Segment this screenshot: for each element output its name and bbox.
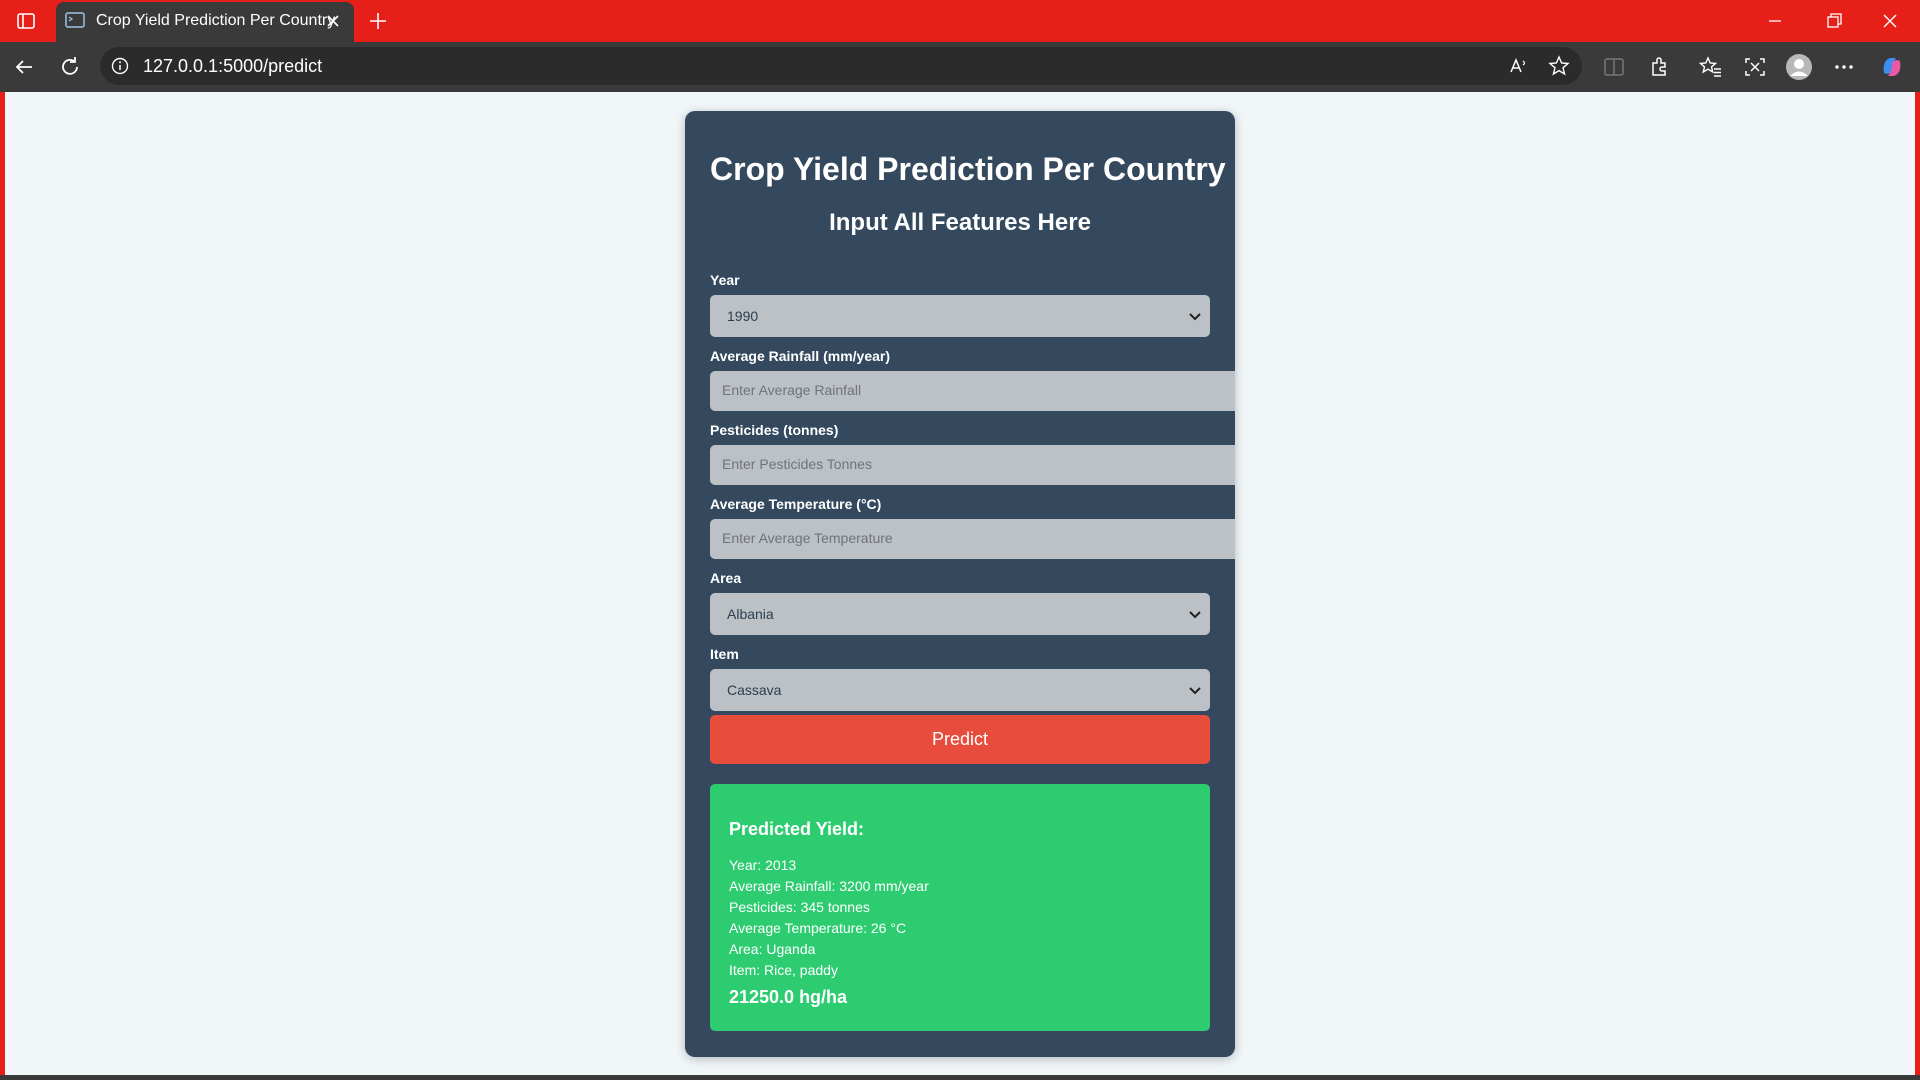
year-selected-value: 1990 [727, 308, 759, 324]
area-select[interactable]: Albania [710, 593, 1210, 635]
back-icon[interactable] [10, 53, 38, 81]
item-selected-value: Cassava [727, 682, 782, 698]
restore-icon[interactable] [1813, 6, 1853, 36]
result-item: Item: Rice, paddy [729, 962, 838, 978]
predicted-yield-value: 21250.0 hg/ha [729, 987, 848, 1007]
result-pesticides: Pesticides: 345 tonnes [729, 899, 870, 915]
url-text: 127.0.0.1:5000/predict [143, 56, 323, 76]
rainfall-placeholder: Enter Average Rainfall [722, 382, 862, 398]
window-bottom-border [0, 1075, 1920, 1080]
sidebar-toggle-icon[interactable] [14, 9, 38, 33]
predict-button[interactable]: Predict [710, 715, 1210, 764]
area-selected-value: Albania [727, 606, 774, 622]
browser-tab[interactable]: Crop Yield Prediction Per Country [56, 2, 354, 42]
chevron-down-icon [1188, 684, 1202, 696]
pesticides-placeholder: Enter Pesticides Tonnes [722, 456, 872, 472]
result-title: Predicted Yield: [729, 819, 865, 839]
extensions-icon[interactable] [1645, 53, 1673, 81]
chevron-down-icon [1188, 310, 1202, 322]
screenshot-icon[interactable] [1741, 53, 1769, 81]
area-label: Area [710, 570, 742, 586]
item-label: Item [710, 646, 739, 662]
refresh-icon[interactable] [56, 53, 84, 81]
pesticides-input[interactable]: Enter Pesticides Tonnes [710, 445, 1235, 485]
favorites-icon[interactable] [1696, 53, 1724, 81]
temperature-input[interactable]: Enter Average Temperature [710, 519, 1235, 559]
browser-toolbar: 127.0.0.1:5000/predict [0, 42, 1920, 92]
pesticides-label: Pesticides (tonnes) [710, 422, 839, 438]
read-aloud-icon[interactable] [1508, 55, 1530, 77]
page-viewport: Crop Yield Prediction Per Country Input … [5, 92, 1915, 1075]
item-select[interactable]: Cassava [710, 669, 1210, 711]
prediction-result-box: Predicted Yield: Year: 2013 Average Rain… [710, 784, 1210, 1031]
year-label: Year [710, 272, 740, 288]
result-temperature: Average Temperature: 26 °C [729, 920, 907, 936]
browser-title-bar: Crop Yield Prediction Per Country [0, 0, 1920, 42]
page-favicon-icon [65, 11, 85, 29]
temperature-placeholder: Enter Average Temperature [722, 530, 893, 546]
prediction-form-card: Crop Yield Prediction Per Country Input … [685, 111, 1235, 1057]
copilot-icon[interactable] [1878, 53, 1906, 81]
chevron-down-icon [1188, 608, 1202, 620]
result-rainfall: Average Rainfall: 3200 mm/year [729, 878, 929, 894]
result-year: Year: 2013 [729, 857, 797, 873]
form-subtitle: Input All Features Here [829, 209, 1091, 236]
result-area: Area: Uganda [729, 941, 816, 957]
favorite-star-icon[interactable] [1548, 55, 1570, 77]
tab-close-icon[interactable] [322, 10, 344, 32]
minimize-icon[interactable] [1755, 6, 1795, 36]
profile-avatar-icon[interactable] [1785, 53, 1813, 81]
address-bar[interactable]: 127.0.0.1:5000/predict [100, 47, 1582, 85]
page-title: Crop Yield Prediction Per Country [710, 151, 1226, 187]
tab-title: Crop Yield Prediction Per Country [96, 12, 336, 29]
split-screen-icon[interactable] [1600, 53, 1628, 81]
temperature-label: Average Temperature (°C) [710, 496, 882, 512]
close-window-icon[interactable] [1870, 6, 1910, 36]
year-select[interactable]: 1990 [710, 295, 1210, 337]
rainfall-input[interactable]: Enter Average Rainfall [710, 371, 1235, 411]
rainfall-label: Average Rainfall (mm/year) [710, 348, 890, 364]
new-tab-icon[interactable] [364, 7, 392, 35]
more-options-icon[interactable] [1830, 53, 1858, 81]
site-info-icon[interactable] [110, 56, 130, 76]
